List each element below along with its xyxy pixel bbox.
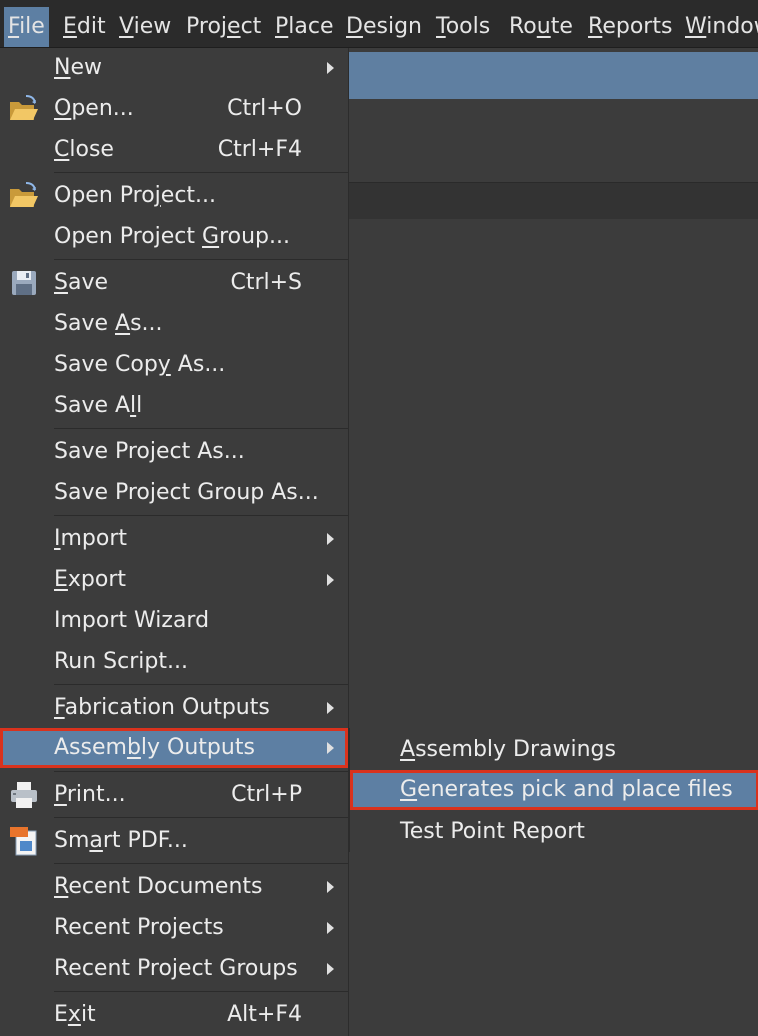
menu-separator: [54, 172, 348, 173]
menu-separator: [54, 515, 348, 516]
menu-view[interactable]: View: [115, 7, 175, 47]
menu-item-recent-project-groups-label: Recent Project Groups: [54, 956, 298, 981]
menu-separator: [54, 991, 348, 992]
menu-item-save-label: Save: [54, 270, 109, 295]
menu-item-recent-documents-label: Recent Documents: [54, 874, 263, 899]
menu-item-save-as[interactable]: Save As...: [0, 304, 348, 344]
menu-item-save-copy-as-label: Save Copy As...: [54, 352, 226, 377]
menu-item-recent-project-groups[interactable]: Recent Project Groups: [0, 949, 348, 989]
menu-window[interactable]: Window: [681, 7, 758, 47]
menu-item-import-wizard[interactable]: Import Wizard: [0, 601, 348, 641]
menu-item-import[interactable]: Import: [0, 519, 348, 559]
shortcut-text: Alt+F4: [227, 1002, 302, 1027]
menu-item-assembly-outputs[interactable]: Assembly Outputs: [0, 728, 348, 768]
menu-item-save-as-label: Save As...: [54, 311, 163, 336]
menu-separator: [54, 817, 348, 818]
menu-item-save-project-group-as-label: Save Project Group As...: [54, 480, 319, 505]
shortcut-text: Ctrl+P: [231, 782, 302, 807]
menu-item-export[interactable]: Export: [0, 560, 348, 600]
menu-item-new[interactable]: New: [0, 48, 348, 88]
assembly-outputs-submenu: Assembly Drawings Generates pick and pla…: [349, 728, 758, 852]
menu-item-smart-pdf[interactable]: Smart PDF...: [0, 821, 348, 861]
menu-item-save-project-group-as[interactable]: Save Project Group As...: [0, 473, 348, 513]
menu-edit[interactable]: Edit: [59, 7, 110, 47]
submenu-item-pick-and-place-label: Generates pick and place files: [400, 777, 733, 802]
submenu-item-generates-pick-and-place-files[interactable]: Generates pick and place files: [350, 770, 758, 810]
menu-item-recent-projects[interactable]: Recent Projects: [0, 908, 348, 948]
menu-item-exit[interactable]: Exit Alt+F4: [0, 995, 348, 1035]
menu-separator: [54, 863, 348, 864]
menu-item-recent-documents[interactable]: Recent Documents: [0, 867, 348, 907]
smart-pdf-icon: [8, 825, 40, 857]
menu-item-new-label: New: [54, 55, 102, 80]
menu-item-save-project-as[interactable]: Save Project As...: [0, 432, 348, 472]
menu-design[interactable]: Design: [342, 7, 426, 47]
menu-item-smart-pdf-label: Smart PDF...: [54, 828, 188, 853]
menu-item-close[interactable]: Close Ctrl+F4: [0, 130, 348, 170]
background-toolbar-strip: [348, 52, 758, 99]
submenu-arrow-icon: [327, 533, 334, 545]
submenu-arrow-icon: [327, 963, 334, 975]
menu-place[interactable]: Place: [271, 7, 338, 47]
menu-item-run-script-label: Run Script...: [54, 649, 188, 674]
shortcut-text: Ctrl+F4: [217, 137, 302, 162]
submenu-item-test-point-report[interactable]: Test Point Report: [350, 812, 758, 852]
menu-item-save-all[interactable]: Save All: [0, 386, 348, 426]
submenu-arrow-icon: [327, 742, 334, 754]
submenu-item-assembly-drawings-label: Assembly Drawings: [400, 737, 616, 762]
menu-item-open-project-label: Open Project...: [54, 183, 217, 208]
background-panel-strip: [348, 182, 758, 219]
menu-item-run-script[interactable]: Run Script...: [0, 642, 348, 682]
shortcut-text: Ctrl+S: [230, 270, 302, 295]
menu-item-open-project-group[interactable]: Open Project Group...: [0, 217, 348, 257]
menu-item-import-wizard-label: Import Wizard: [54, 608, 210, 633]
menu-item-save-project-as-label: Save Project As...: [54, 439, 245, 464]
menu-separator: [54, 259, 348, 260]
open-folder-icon: [8, 93, 40, 125]
menu-reports[interactable]: Reports: [584, 7, 676, 47]
menu-item-close-label: Close: [54, 137, 114, 162]
menu-item-exit-label: Exit: [54, 1002, 96, 1027]
submenu-arrow-icon: [327, 574, 334, 586]
shortcut-text: Ctrl+O: [227, 96, 302, 121]
menu-item-save-copy-as[interactable]: Save Copy As...: [0, 345, 348, 385]
menu-separator: [54, 684, 348, 685]
menu-bar: File Edit View Project Place Design Tool…: [0, 0, 758, 48]
menu-separator: [54, 771, 348, 772]
menu-project[interactable]: Project: [182, 7, 265, 47]
menu-item-print-label: Print...: [54, 782, 126, 807]
menu-item-open-project-group-label: Open Project Group...: [54, 224, 291, 249]
menu-item-fabrication-outputs-label: Fabrication Outputs: [54, 695, 270, 720]
printer-icon: [8, 779, 40, 811]
submenu-arrow-icon: [327, 702, 334, 714]
menu-item-export-label: Export: [54, 567, 127, 592]
menu-item-fabrication-outputs[interactable]: Fabrication Outputs: [0, 688, 348, 728]
menu-separator: [54, 428, 348, 429]
menu-item-assembly-outputs-label: Assembly Outputs: [54, 735, 255, 760]
submenu-arrow-icon: [327, 922, 334, 934]
menu-file[interactable]: File: [4, 7, 49, 47]
menu-item-print[interactable]: Print... Ctrl+P: [0, 775, 348, 815]
file-menu-dropdown: New Open... Ctrl+O Close Ctrl+F4 Open Pr…: [0, 48, 349, 1036]
submenu-arrow-icon: [327, 62, 334, 74]
menu-tools[interactable]: Tools: [432, 7, 494, 47]
open-project-icon: [8, 180, 40, 212]
menu-item-recent-projects-label: Recent Projects: [54, 915, 224, 940]
menu-item-save-all-label: Save All: [54, 393, 143, 418]
menu-item-open[interactable]: Open... Ctrl+O: [0, 89, 348, 129]
submenu-arrow-icon: [327, 881, 334, 893]
menu-item-open-project[interactable]: Open Project...: [0, 176, 348, 216]
save-icon: [8, 267, 40, 299]
menu-item-save[interactable]: Save Ctrl+S: [0, 263, 348, 303]
submenu-item-assembly-drawings[interactable]: Assembly Drawings: [350, 730, 758, 770]
submenu-item-test-point-report-label: Test Point Report: [400, 819, 585, 844]
menu-route[interactable]: Route: [505, 7, 577, 47]
menu-item-import-label: Import: [54, 526, 128, 551]
menu-item-open-label: Open...: [54, 96, 134, 121]
